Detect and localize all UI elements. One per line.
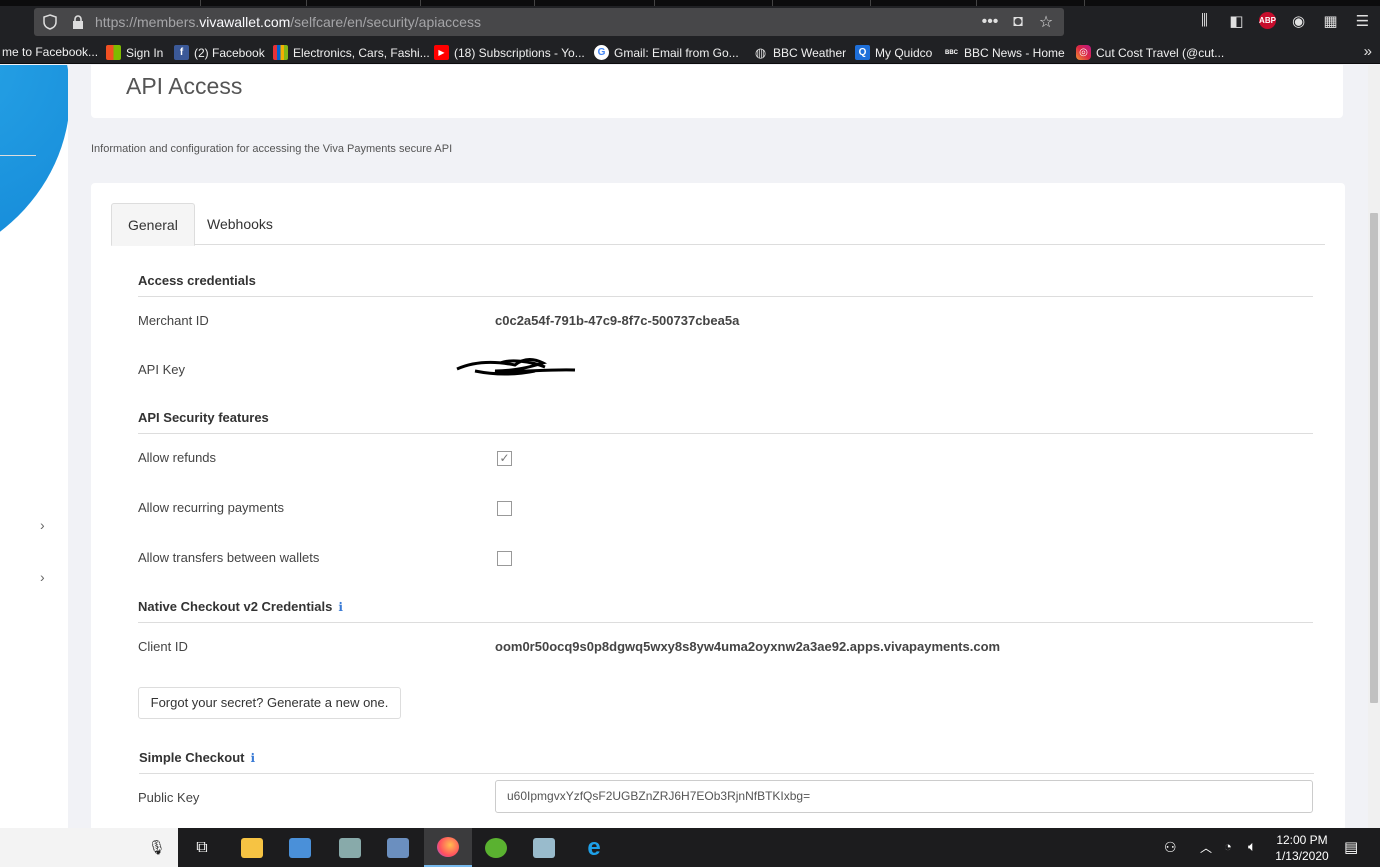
client-id-value: oom0r50ocq9s0p8dgwq5wxy8s8yw4uma2oyxnw2a…: [495, 639, 1001, 654]
wifi-icon[interactable]: ◔: [1224, 839, 1232, 854]
sidebar: › ›: [0, 65, 68, 828]
notification-icon[interactable]: ▤: [1344, 838, 1358, 856]
microphone-icon[interactable]: 🎙︎: [148, 839, 166, 856]
app-button[interactable]: [326, 828, 374, 867]
extensions-icon[interactable]: ▦: [1321, 11, 1340, 30]
bookmark-facebook[interactable]: f (2) Facebook: [174, 45, 265, 60]
app-button[interactable]: [520, 828, 568, 867]
taskbar-search[interactable]: 🎙︎: [0, 828, 178, 867]
allow-recurring-checkbox[interactable]: [497, 501, 512, 516]
allow-refunds-checkbox[interactable]: ✓: [497, 451, 512, 466]
chevron-right-icon[interactable]: ›: [40, 569, 45, 585]
bookmark-ebay[interactable]: Electronics, Cars, Fashi...: [273, 45, 430, 60]
image-viewer-icon: [339, 837, 361, 858]
firefox-button[interactable]: [424, 828, 472, 867]
file-explorer-button[interactable]: [228, 828, 276, 867]
lock-icon[interactable]: [70, 14, 86, 30]
library-icon[interactable]: ⫼: [1195, 11, 1214, 30]
checkmark-icon: ✓: [499, 451, 510, 465]
bookmarks-bar: me to Facebook... Sign In f (2) Facebook …: [0, 42, 1380, 64]
ebay-icon: [273, 45, 288, 60]
facebook-icon: f: [174, 45, 189, 60]
page-scrollbar[interactable]: [1368, 65, 1380, 828]
instagram-icon: ◎: [1076, 45, 1091, 60]
utorrent-button[interactable]: [472, 828, 520, 867]
people-icon[interactable]: ⚇: [1164, 839, 1177, 856]
globe-icon: ◍: [754, 44, 767, 60]
info-icon[interactable]: ℹ: [250, 751, 255, 765]
bookmark-star-icon[interactable]: ☆: [1036, 12, 1056, 32]
browser-toolbar: https://members.vivawallet.com/selfcare/…: [0, 0, 1380, 42]
allow-recurring-label: Allow recurring payments: [138, 500, 284, 515]
page-subtitle: Information and configuration for access…: [91, 143, 453, 155]
tab-general[interactable]: General: [111, 203, 195, 246]
merchant-id-label: Merchant ID: [138, 313, 209, 328]
bookmark-gmail[interactable]: G Gmail: Email from Go...: [594, 45, 739, 60]
info-icon[interactable]: ℹ: [338, 600, 343, 614]
pocket-icon[interactable]: ◘: [1008, 13, 1028, 31]
utorrent-icon: [485, 837, 507, 858]
allow-transfers-label: Allow transfers between wallets: [138, 550, 320, 565]
bookmark-youtube[interactable]: ▶ (18) Subscriptions - Yo...: [434, 45, 585, 60]
internet-explorer-icon: e: [587, 833, 601, 861]
shield-icon[interactable]: [42, 14, 58, 30]
google-icon: G: [594, 45, 609, 60]
task-view-icon: ⧉: [196, 838, 208, 856]
settings-card: General Webhooks Access credentials Merc…: [91, 183, 1345, 828]
app-button[interactable]: [374, 828, 422, 867]
page-title: API Access: [126, 73, 243, 99]
sidebar-toggle-icon[interactable]: ◧: [1227, 11, 1246, 30]
hamburger-icon[interactable]: ☰: [1353, 11, 1372, 30]
public-key-field[interactable]: u60IpmgvxYzfQsF2UGBZnZRJ6H7EOb3RjnNfBTKI…: [495, 780, 1313, 813]
section-access-credentials: Access credentials: [138, 273, 1313, 297]
task-view-button[interactable]: ⧉: [178, 828, 226, 867]
client-id-label: Client ID: [138, 639, 188, 654]
generate-secret-button[interactable]: Forgot your secret? Generate a new one.: [138, 687, 401, 719]
bookmark-instagram[interactable]: ◎ Cut Cost Travel (@cut...: [1076, 45, 1224, 60]
taskbar-clock[interactable]: 12:00 PM 1/13/2020: [1272, 832, 1332, 864]
bookmark-sign-in[interactable]: Sign In: [106, 45, 163, 60]
scrollbar-thumb[interactable]: [1370, 213, 1378, 703]
chevron-right-icon[interactable]: ›: [40, 517, 45, 533]
section-simple-checkout: Simple Checkout ℹ: [139, 750, 1314, 774]
windows-icon: [106, 45, 121, 60]
page-content: › › API Access Information and configura…: [0, 65, 1368, 828]
url-text[interactable]: https://members.vivawallet.com/selfcare/…: [95, 14, 481, 30]
public-key-label: Public Key: [138, 790, 200, 805]
tab-webhooks[interactable]: Webhooks: [191, 203, 289, 245]
internet-explorer-button[interactable]: e: [570, 828, 618, 867]
tab-bar: General Webhooks: [111, 203, 1325, 246]
bookmark-bbc-news[interactable]: BBC BBC News - Home: [944, 45, 1065, 60]
computer-icon: [387, 837, 409, 858]
tab-strip: [0, 0, 1380, 6]
youtube-icon: ▶: [434, 45, 449, 60]
notebook-icon: [533, 837, 555, 858]
merchant-id-value: c0c2a54f-791b-47c9-8f7c-500737cbea5a: [495, 313, 740, 328]
section-api-security: API Security features: [138, 410, 1313, 434]
allow-transfers-checkbox[interactable]: [497, 551, 512, 566]
header-card: API Access: [91, 65, 1343, 118]
adblock-plus-icon[interactable]: ABP: [1259, 12, 1276, 29]
chevron-overflow-icon[interactable]: »: [1364, 43, 1372, 60]
bookmark-facebook-welcome[interactable]: me to Facebook...: [2, 45, 98, 59]
sidebar-logo-blob: [0, 65, 68, 275]
allow-refunds-label: Allow refunds: [138, 450, 217, 465]
redacted-scribble: [456, 358, 576, 376]
bookmark-quidco[interactable]: Q My Quidco: [855, 45, 932, 60]
more-actions-icon[interactable]: •••: [980, 13, 1000, 31]
app-button[interactable]: [276, 828, 324, 867]
bbc-icon: BBC: [945, 49, 958, 56]
account-icon[interactable]: ◉: [1289, 11, 1308, 30]
firefox-icon: [437, 836, 459, 857]
url-bar[interactable]: https://members.vivawallet.com/selfcare/…: [34, 8, 1064, 36]
volume-icon[interactable]: 🔈︎: [1248, 838, 1256, 855]
control-panel-icon: [289, 837, 311, 858]
folder-icon: [241, 837, 263, 858]
quidco-icon: Q: [855, 45, 870, 60]
bookmark-bbc-weather[interactable]: ◍ BBC Weather: [753, 45, 846, 60]
chevron-up-icon[interactable]: ︿: [1200, 839, 1212, 856]
section-native-checkout: Native Checkout v2 Credentials ℹ: [138, 599, 1313, 623]
windows-taskbar: 🎙︎ ⧉ e ⚇ ︿ ◔ 🔈︎ 12:00 PM 1/13/2020 ▤: [0, 828, 1380, 867]
api-key-label: API Key: [138, 362, 185, 377]
